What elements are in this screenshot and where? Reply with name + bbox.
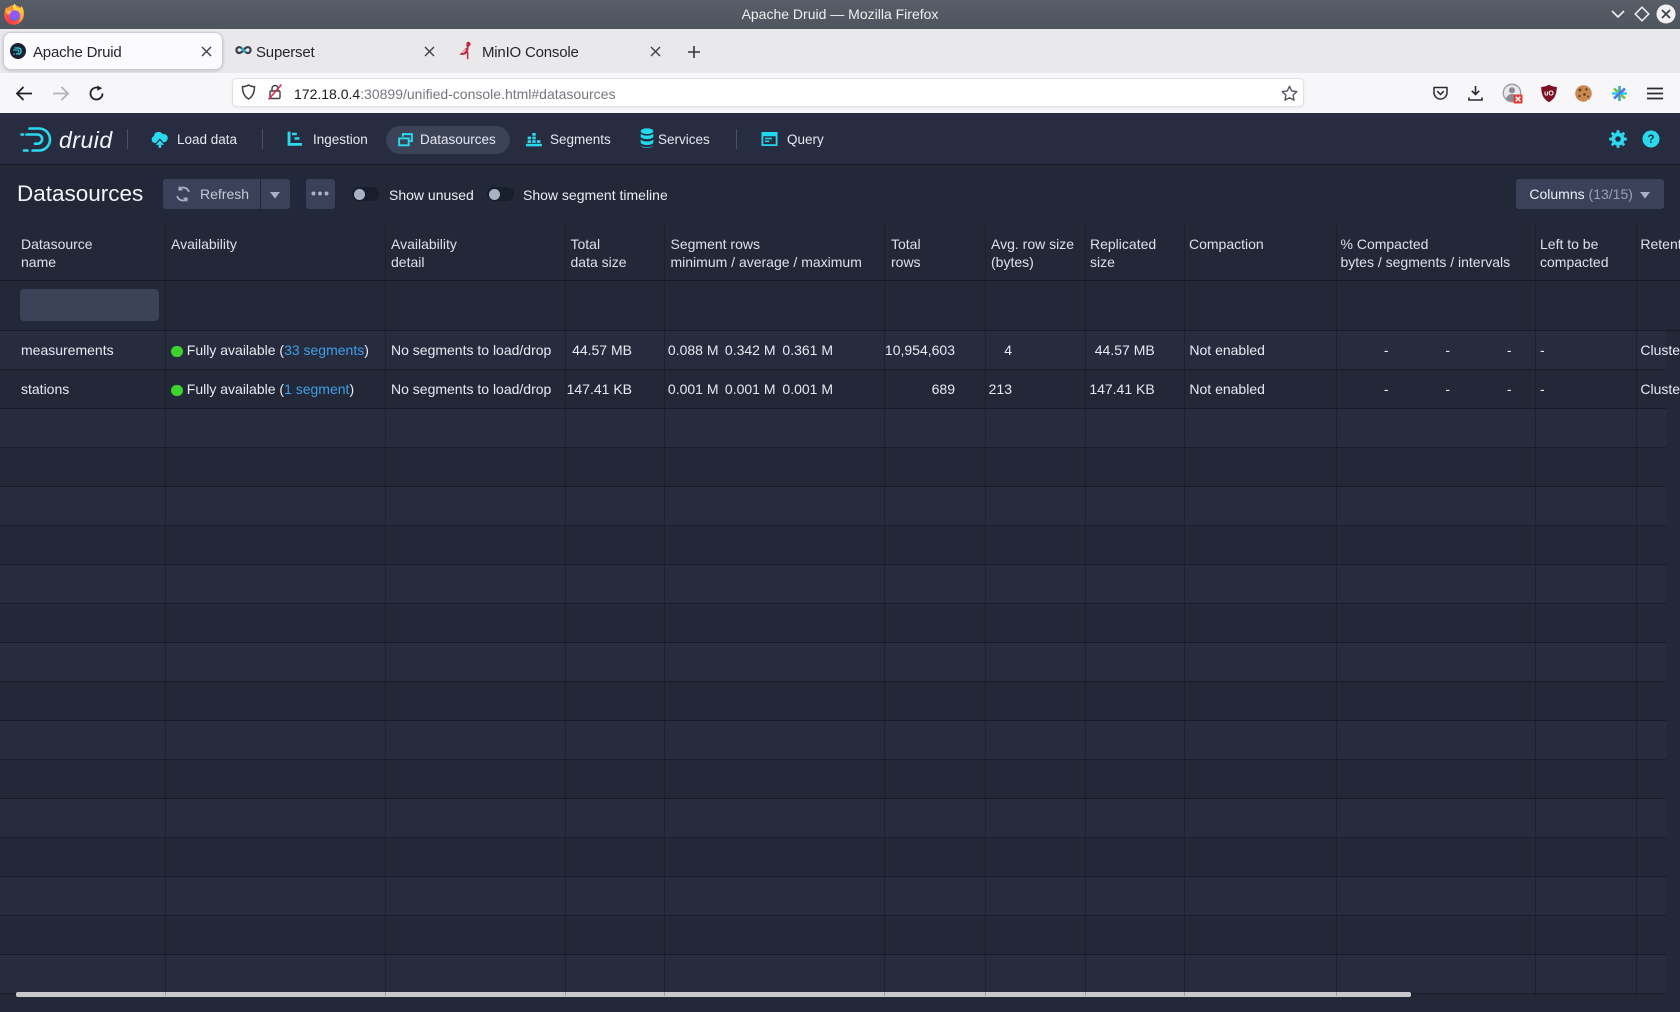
svg-text:?: ?: [1647, 134, 1654, 146]
svg-text:uO: uO: [1544, 91, 1554, 98]
